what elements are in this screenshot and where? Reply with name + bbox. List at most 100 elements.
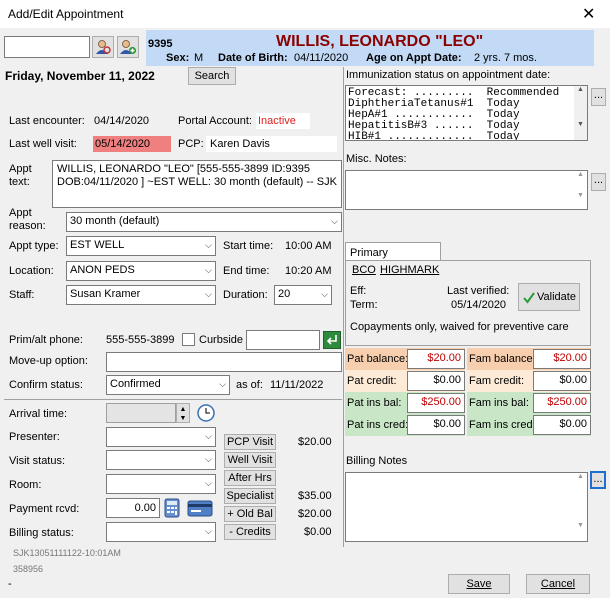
green-arrow-icon (326, 335, 337, 345)
patient-search-icon (96, 40, 111, 54)
end-time-value: 10:20 AM (285, 265, 332, 277)
column-divider (343, 67, 344, 547)
appointment-date: Friday, November 11, 2022 (5, 69, 155, 83)
staff-select[interactable]: Susan Kramer ⌵ (66, 285, 216, 305)
well-visit-button[interactable]: Well Visit (224, 452, 276, 468)
appt-text-field[interactable]: WILLIS, LEONARDO "LEO" [555-555-3899 ID:… (52, 160, 342, 208)
billing-notes-scrollbar[interactable]: ▲ ▼ (574, 473, 587, 541)
pcp-value: Karen Davis (210, 138, 270, 150)
fam-ins-bal-value: $250.00 (533, 393, 591, 413)
after-hrs-button[interactable]: After Hrs (224, 470, 276, 486)
billing-status-select[interactable]: ⌵ (106, 522, 216, 542)
audit-code: SJK13051111122-10:01AM (13, 548, 121, 558)
patient-lookup-input[interactable] (4, 36, 90, 58)
patient-header: 9395 WILLIS, LEONARDO "LEO" Sex: M Date … (146, 30, 594, 66)
chevron-down-icon: ⌵ (219, 379, 226, 389)
insurance-carrier-code[interactable]: BCO (352, 264, 376, 276)
save-button[interactable]: Save (448, 574, 510, 594)
pat-credit-label: Pat credit: (347, 375, 397, 387)
patient-search-button[interactable] (92, 36, 114, 58)
credits-amount: $0.00 (304, 526, 332, 538)
save-label: Save (466, 578, 492, 590)
tab-primary-insurance[interactable]: Primary Insurance (345, 242, 441, 271)
last-verified-label: Last verified: (447, 285, 510, 297)
appt-type-select[interactable]: EST WELL ⌵ (66, 236, 216, 256)
misc-notes-more-button[interactable]: ... (591, 173, 606, 191)
specialist-button[interactable]: Specialist (224, 488, 276, 504)
billing-notes-field[interactable]: ▲ ▼ (345, 472, 588, 542)
asof-value: 11/11/2022 (270, 379, 324, 391)
arrival-time-spinner[interactable]: ▲ ▼ (176, 403, 190, 423)
start-time-value: 10:00 AM (285, 240, 332, 252)
credits-button[interactable]: - Credits (224, 524, 276, 540)
immunization-list[interactable]: Forecast: ......... Recommended Diphther… (345, 85, 588, 141)
billing-notes-label: Billing Notes (346, 455, 408, 467)
location-select[interactable]: ANON PEDS ⌵ (66, 261, 216, 281)
billing-notes-more-button[interactable]: ... (590, 471, 606, 489)
patient-add-button[interactable] (117, 36, 139, 58)
last-well-visit-label: Last well visit: (9, 138, 77, 150)
validate-button[interactable]: Validate (518, 283, 580, 311)
last-encounter-value: 04/14/2020 (94, 115, 150, 127)
fam-balance-label: Fam balance: (469, 353, 536, 365)
staff-label: Staff: (9, 289, 35, 301)
chevron-down-icon: ⌵ (205, 526, 212, 536)
curbside-send-button[interactable] (323, 331, 341, 349)
immunization-more-button[interactable]: ... (591, 88, 606, 106)
appt-reason-select[interactable]: 30 month (default) ⌵ (66, 212, 342, 232)
duration-select[interactable]: 20 ⌵ (274, 285, 332, 305)
close-icon[interactable]: ✕ (582, 4, 595, 24)
last-well-visit-field: 05/14/2020 (93, 136, 171, 152)
calculator-button[interactable] (163, 498, 181, 518)
search-button[interactable]: Search (188, 67, 236, 85)
chevron-down-icon: ⌵ (205, 454, 212, 464)
misc-notes-scrollbar[interactable]: ▲ ▼ (574, 171, 587, 209)
appt-type-label: Appt type: (9, 240, 59, 252)
confirm-status-label: Confirm status: (9, 379, 83, 391)
credit-card-button[interactable] (186, 498, 214, 518)
immunization-scrollbar[interactable]: ▲ ▼ (574, 86, 587, 140)
pat-balance-value: $20.00 (407, 349, 465, 369)
insurance-carrier-name[interactable]: HIGHMARK (380, 264, 439, 276)
immunization-line: HIB#1 ............. Today (348, 131, 520, 141)
cancel-button[interactable]: Cancel (526, 574, 590, 594)
presenter-select[interactable]: ⌵ (106, 427, 216, 447)
moveup-input[interactable] (106, 352, 342, 372)
age-label: Age on Appt Date: (366, 52, 462, 64)
misc-notes-field[interactable]: ▲ ▼ (345, 170, 588, 210)
visit-status-select[interactable]: ⌵ (106, 450, 216, 470)
duration-label: Duration: (223, 289, 268, 301)
last-verified-value: 05/14/2020 (451, 299, 507, 311)
section-divider (4, 399, 342, 400)
portal-status: Inactive (258, 115, 296, 127)
pat-ins-bal-value: $250.00 (407, 393, 465, 413)
window-title: Add/Edit Appointment (8, 7, 124, 21)
pat-ins-cred-value: $0.00 (407, 415, 465, 435)
arrival-time-input[interactable] (106, 403, 176, 423)
old-bal-button[interactable]: + Old Bal (224, 506, 276, 522)
immunization-label: Immunization status on appointment date: (346, 69, 551, 81)
fam-credit-label: Fam credit: (469, 375, 525, 387)
billing-status-label: Billing status: (9, 527, 74, 539)
title-bar: Add/Edit Appointment ✕ (0, 0, 610, 28)
staff-value: Susan Kramer (70, 288, 141, 300)
portal-account-label: Portal Account: (178, 115, 252, 127)
asof-label: as of: (236, 379, 263, 391)
chevron-down-icon: ⌵ (205, 240, 212, 250)
curbside-checkbox[interactable] (182, 333, 195, 346)
fam-ins-cred-label: Fam ins cred: (469, 419, 536, 431)
room-select[interactable]: ⌵ (106, 474, 216, 494)
confirm-status-select[interactable]: Confirmed ⌵ (106, 375, 230, 395)
patient-id: 9395 (148, 38, 173, 50)
payment-input[interactable]: 0.00 (106, 498, 160, 518)
location-value: ANON PEDS (70, 264, 135, 276)
appt-text-label: Appt text: (9, 163, 32, 188)
pcp-visit-amount: $20.00 (298, 436, 332, 448)
audit-number: 358956 (13, 564, 44, 574)
clock-button[interactable] (196, 403, 216, 423)
sex-value: M (194, 52, 204, 64)
curbside-input[interactable] (246, 330, 320, 350)
sex-label: Sex: (166, 52, 190, 64)
pcp-visit-button[interactable]: PCP Visit (224, 434, 276, 450)
pcp-field: Karen Davis (206, 136, 337, 152)
